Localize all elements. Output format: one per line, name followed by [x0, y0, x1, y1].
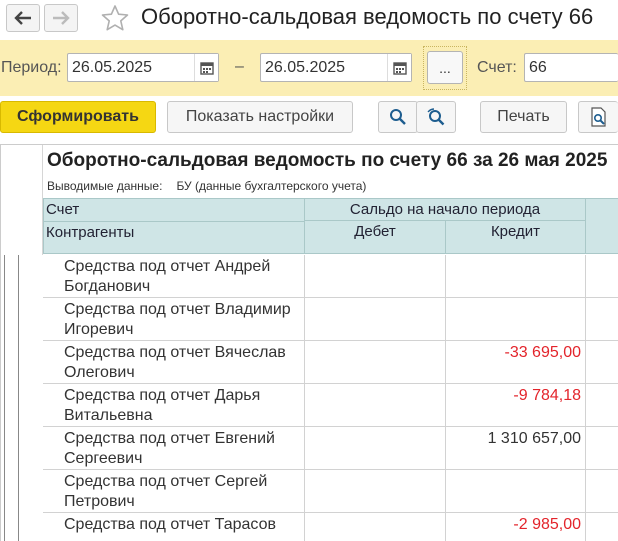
- row-debit: [305, 341, 446, 384]
- title-bar: Оборотно-сальдовая ведомость по счету 66: [0, 0, 618, 40]
- row-credit: [446, 298, 586, 341]
- row-credit: -2 985,00: [446, 513, 586, 541]
- preview-button[interactable]: [578, 101, 618, 133]
- row-debit: [305, 384, 446, 427]
- back-button[interactable]: [6, 4, 40, 32]
- row-name: Средства под отчет Вячеслав Олегович: [43, 341, 305, 384]
- header-account: Счет: [46, 201, 80, 218]
- row-credit: -9 784,18: [446, 384, 586, 427]
- window-title: Оборотно-сальдовая ведомость по счету 66: [141, 4, 594, 29]
- row-debit: [305, 427, 446, 470]
- row-credit: [446, 470, 586, 513]
- row-debit: [305, 513, 446, 541]
- row-name: Средства под отчет Дарья Витальевна: [43, 384, 305, 427]
- row-debit: [305, 255, 446, 298]
- search-button[interactable]: [378, 101, 418, 133]
- period-to-value: 26.05.2025: [265, 59, 346, 76]
- search-refresh-button[interactable]: [416, 101, 456, 133]
- search-refresh-icon: [427, 108, 445, 126]
- star-icon[interactable]: [100, 4, 130, 34]
- period-bar: Период: 26.05.2025 – 26.05.2025 ... Счет…: [0, 40, 618, 96]
- header-divider: [43, 221, 305, 222]
- choose-period-button[interactable]: ...: [427, 51, 463, 84]
- header-counterparties: Контрагенты: [46, 224, 135, 241]
- period-to-calendar-button[interactable]: [387, 54, 411, 81]
- row-next-cell: [586, 298, 618, 341]
- print-button[interactable]: Печать: [480, 101, 567, 133]
- row-credit: 1 310 657,00: [446, 427, 586, 470]
- output-data-value: БУ (данные бухгалтерского учета): [176, 179, 367, 193]
- output-data-line: Выводимые данные: БУ (данные бухгалтерско…: [47, 179, 366, 193]
- period-separator: –: [235, 58, 244, 75]
- forward-button[interactable]: [44, 4, 78, 32]
- row-credit: [446, 255, 586, 298]
- table-row[interactable]: Средства под отчет Андрей Богданович: [43, 255, 618, 298]
- table-row[interactable]: Средства под отчет Сергей Петрович: [43, 470, 618, 513]
- table-row[interactable]: Средства под отчет Тарасов -2 985,00: [43, 513, 618, 541]
- arrow-left-icon: [14, 11, 31, 25]
- calendar-icon: [199, 61, 214, 75]
- output-data-label: Выводимые данные:: [47, 179, 163, 193]
- toolbar: Сформировать Показать настройки Печать: [0, 96, 618, 142]
- header-debit: Дебет: [304, 220, 446, 254]
- account-value: 66: [529, 59, 547, 76]
- arrow-right-icon: [53, 11, 70, 25]
- generate-button[interactable]: Сформировать: [0, 101, 156, 133]
- print-preview-icon: [590, 107, 606, 127]
- row-next-cell: [586, 341, 618, 384]
- row-name: Средства под отчет Евгений Сергеевич: [43, 427, 305, 470]
- period-label: Период:: [1, 59, 62, 76]
- row-name: Средства под отчет Владимир Игоревич: [43, 298, 305, 341]
- row-next-cell: [586, 513, 618, 541]
- show-settings-button[interactable]: Показать настройки: [167, 101, 353, 133]
- row-next-cell: [586, 255, 618, 298]
- table-row[interactable]: Средства под отчет Евгений Сергеевич 1 3…: [43, 427, 618, 470]
- header-opening-balance: Сальдо на начало периода: [304, 198, 586, 221]
- table-body: Средства под отчет Андрей Богданович Сре…: [0, 255, 618, 541]
- header-account-cell: Счет Контрагенты: [43, 198, 305, 254]
- row-next-cell: [586, 384, 618, 427]
- period-from-calendar-button[interactable]: [194, 54, 218, 81]
- row-credit: -33 695,00: [446, 341, 586, 384]
- report-area[interactable]: Оборотно-сальдовая ведомость по счету 66…: [0, 144, 618, 541]
- account-field[interactable]: 66: [524, 53, 618, 82]
- search-icon: [390, 109, 406, 125]
- account-label: Счет:: [477, 59, 517, 76]
- row-next-cell: [586, 470, 618, 513]
- calendar-icon: [392, 61, 407, 75]
- header-credit: Кредит: [445, 220, 586, 254]
- table-row[interactable]: Средства под отчет Владимир Игоревич: [43, 298, 618, 341]
- table-row[interactable]: Средства под отчет Вячеслав Олегович -33…: [43, 341, 618, 384]
- table-row[interactable]: Средства под отчет Дарья Витальевна -9 7…: [43, 384, 618, 427]
- row-debit: [305, 470, 446, 513]
- row-debit: [305, 298, 446, 341]
- report-title: Оборотно-сальдовая ведомость по счету 66…: [47, 150, 608, 171]
- period-from-value: 26.05.2025: [72, 59, 153, 76]
- row-name: Средства под отчет Сергей Петрович: [43, 470, 305, 513]
- row-name: Средства под отчет Андрей Богданович: [43, 255, 305, 298]
- header-next-column: [585, 198, 618, 254]
- row-name: Средства под отчет Тарасов: [43, 513, 305, 541]
- row-next-cell: [586, 427, 618, 470]
